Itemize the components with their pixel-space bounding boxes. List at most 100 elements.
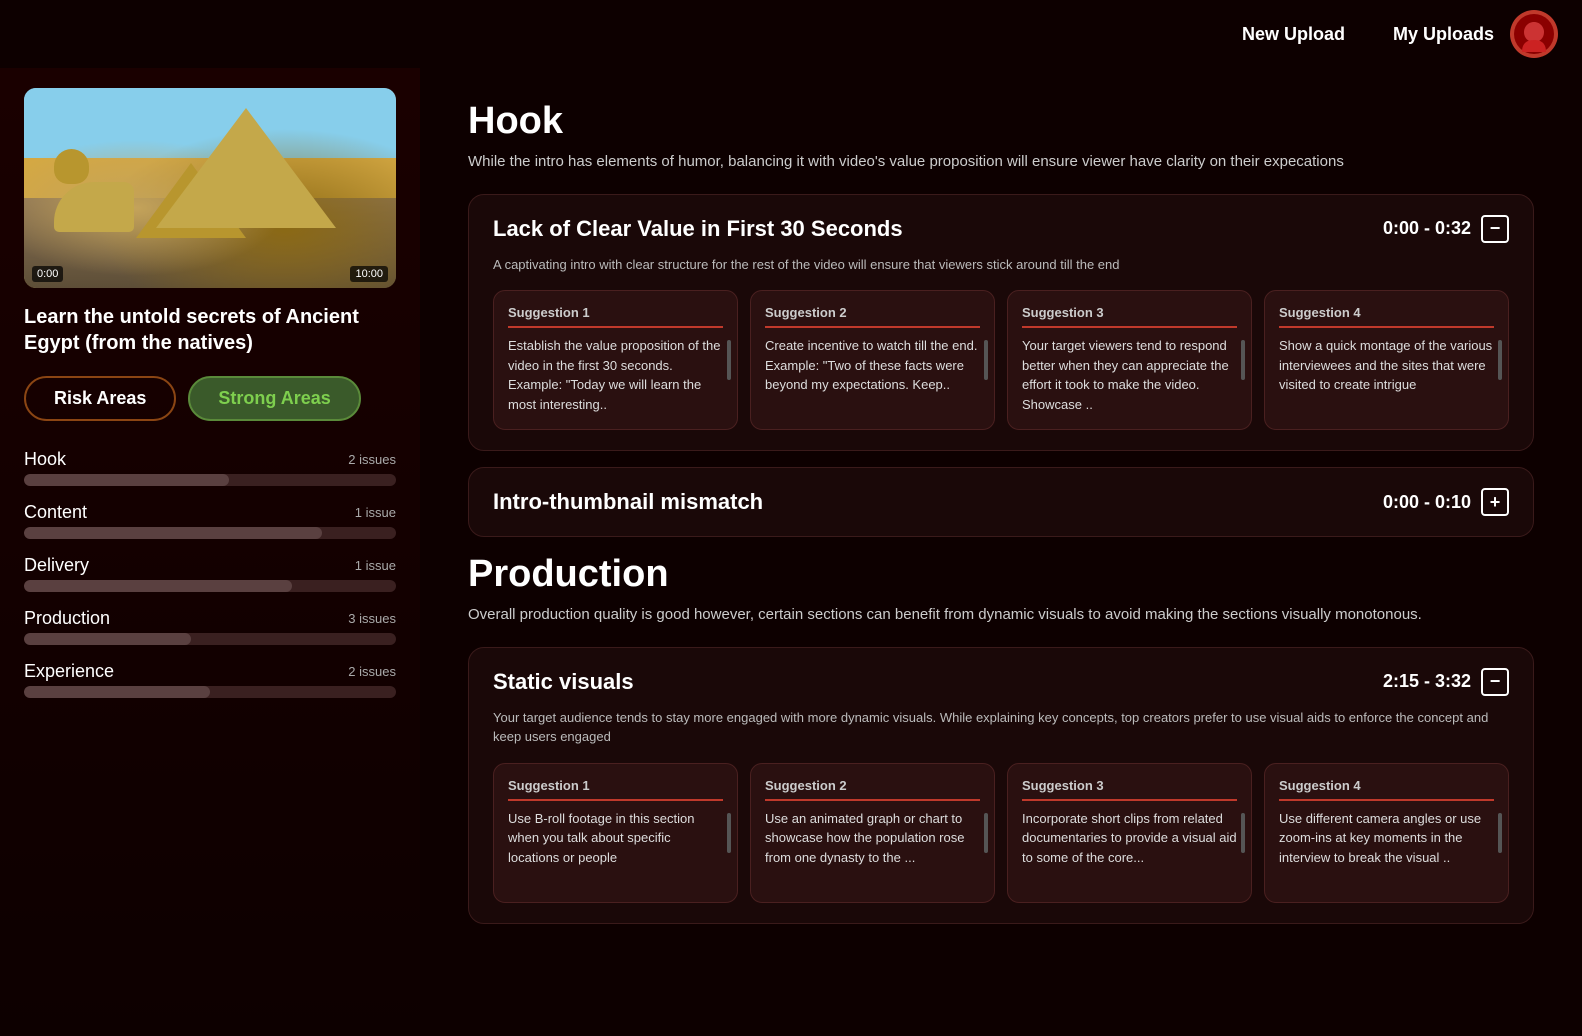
hook-section-title: Hook [468,100,1534,143]
suggestion-3-text: Your target viewers tend to respond bett… [1022,336,1237,414]
issues-list: Hook 2 issues Content 1 issue [24,449,396,698]
production-section-title: Production [468,553,1534,596]
content-area[interactable]: Hook While the intro has elements of hum… [420,68,1582,1036]
static-suggestion-1-label: Suggestion 1 [508,778,723,801]
issue-delivery-count: 1 issue [355,558,396,573]
issue-experience-header: Experience 2 issues [24,661,396,682]
hook-section-subtitle: While the intro has elements of humor, b… [468,151,1534,174]
suggestion-card-2: Suggestion 2 Create incentive to watch t… [750,290,995,430]
issue-content-name: Content [24,502,87,523]
issue-production-bar-fill [24,633,191,645]
strong-areas-button[interactable]: Strong Areas [188,376,360,421]
lack-of-value-card: Lack of Clear Value in First 30 Seconds … [468,194,1534,452]
issue-content-bar-fill [24,527,322,539]
issue-production: Production 3 issues [24,608,396,645]
scroll-indicator-s2 [984,813,988,853]
suggestion-2-text: Create incentive to watch till the end. … [765,336,980,395]
my-uploads-nav[interactable]: My Uploads [1393,24,1494,45]
issue-experience-name: Experience [24,661,114,682]
lack-of-value-card-title: Lack of Clear Value in First 30 Seconds [493,216,903,242]
static-suggestion-2-label: Suggestion 2 [765,778,980,801]
lack-of-value-suggestions: Suggestion 1 Establish the value proposi… [493,290,1509,430]
pyramid-large-shape [156,108,336,228]
suggestion-1-text: Establish the value proposition of the v… [508,336,723,414]
issue-production-bar-bg [24,633,396,645]
issue-hook: Hook 2 issues [24,449,396,486]
static-suggestion-1-text: Use B-roll footage in this section when … [508,809,723,868]
issue-hook-name: Hook [24,449,66,470]
issue-content-count: 1 issue [355,505,396,520]
static-suggestion-card-3: Suggestion 3 Incorporate short clips fro… [1007,763,1252,903]
static-visuals-card: Static visuals 2:15 - 3:32 − Your target… [468,647,1534,924]
issue-delivery-header: Delivery 1 issue [24,555,396,576]
issue-production-name: Production [24,608,110,629]
static-suggestion-3-text: Incorporate short clips from related doc… [1022,809,1237,868]
scroll-indicator-2 [984,340,988,380]
collapse-icon[interactable]: − [1481,215,1509,243]
static-suggestion-3-label: Suggestion 3 [1022,778,1237,801]
issue-delivery-bar-bg [24,580,396,592]
sphinx-head-shape [54,149,89,184]
video-time-end-badge: 10:00 [350,266,388,282]
scroll-indicator-s3 [1241,813,1245,853]
issue-hook-bar-fill [24,474,229,486]
expand-icon[interactable]: + [1481,488,1509,516]
intro-thumbnail-card: Intro-thumbnail mismatch 0:00 - 0:10 + [468,467,1534,537]
static-suggestion-2-text: Use an animated graph or chart to showca… [765,809,980,868]
header-nav: New Upload My Uploads [1242,24,1494,45]
scroll-indicator-s1 [727,813,731,853]
collapse-static-icon[interactable]: − [1481,668,1509,696]
intro-thumbnail-title: Intro-thumbnail mismatch [493,489,763,515]
intro-thumbnail-time-text: 0:00 - 0:10 [1383,492,1471,513]
lack-of-value-card-time: 0:00 - 0:32 − [1383,215,1509,243]
suggestion-3-label: Suggestion 3 [1022,305,1237,328]
issue-delivery-bar-fill [24,580,292,592]
static-visuals-card-header: Static visuals 2:15 - 3:32 − [493,668,1509,696]
avatar[interactable] [1510,10,1558,58]
header: New Upload My Uploads [0,0,1582,68]
issue-delivery-name: Delivery [24,555,89,576]
video-time-start: 0:00 [32,266,63,282]
scroll-indicator-1 [727,340,731,380]
issue-hook-header: Hook 2 issues [24,449,396,470]
issue-content-header: Content 1 issue [24,502,396,523]
sphinx-body-shape [54,182,134,232]
suggestion-card-4: Suggestion 4 Show a quick montage of the… [1264,290,1509,430]
suggestion-4-label: Suggestion 4 [1279,305,1494,328]
sidebar: 0:00 10:00 Learn the untold secrets of A… [0,68,420,1036]
risk-areas-button[interactable]: Risk Areas [24,376,176,421]
issue-experience-bar-bg [24,686,396,698]
scroll-indicator-s4 [1498,813,1502,853]
static-suggestion-card-2: Suggestion 2 Use an animated graph or ch… [750,763,995,903]
production-section-subtitle: Overall production quality is good howev… [468,604,1534,627]
new-upload-nav[interactable]: New Upload [1242,24,1345,45]
scroll-indicator-4 [1498,340,1502,380]
static-visuals-title: Static visuals [493,669,634,695]
issue-content-bar-bg [24,527,396,539]
static-visuals-suggestions: Suggestion 1 Use B-roll footage in this … [493,763,1509,903]
issue-experience-bar-fill [24,686,210,698]
suggestion-1-label: Suggestion 1 [508,305,723,328]
lack-of-value-card-header: Lack of Clear Value in First 30 Seconds … [493,215,1509,243]
issue-hook-bar-bg [24,474,396,486]
static-visuals-desc: Your target audience tends to stay more … [493,708,1509,747]
issue-production-count: 3 issues [348,611,396,626]
main-layout: 0:00 10:00 Learn the untold secrets of A… [0,68,1582,1036]
thumbnail-image [24,88,396,288]
video-thumbnail[interactable]: 0:00 10:00 [24,88,396,288]
video-title: Learn the untold secrets of Ancient Egyp… [24,304,396,356]
scroll-indicator-3 [1241,340,1245,380]
issue-delivery: Delivery 1 issue [24,555,396,592]
lack-of-value-desc: A captivating intro with clear structure… [493,255,1509,275]
suggestion-card-1: Suggestion 1 Establish the value proposi… [493,290,738,430]
issue-content: Content 1 issue [24,502,396,539]
static-visuals-time-text: 2:15 - 3:32 [1383,671,1471,692]
static-suggestion-card-1: Suggestion 1 Use B-roll footage in this … [493,763,738,903]
static-suggestion-4-text: Use different camera angles or use zoom-… [1279,809,1494,868]
static-suggestion-card-4: Suggestion 4 Use different camera angles… [1264,763,1509,903]
lack-of-value-time-text: 0:00 - 0:32 [1383,218,1471,239]
issue-experience-count: 2 issues [348,664,396,679]
intro-thumbnail-time: 0:00 - 0:10 + [1383,488,1509,516]
suggestion-4-text: Show a quick montage of the various inte… [1279,336,1494,395]
issue-production-header: Production 3 issues [24,608,396,629]
